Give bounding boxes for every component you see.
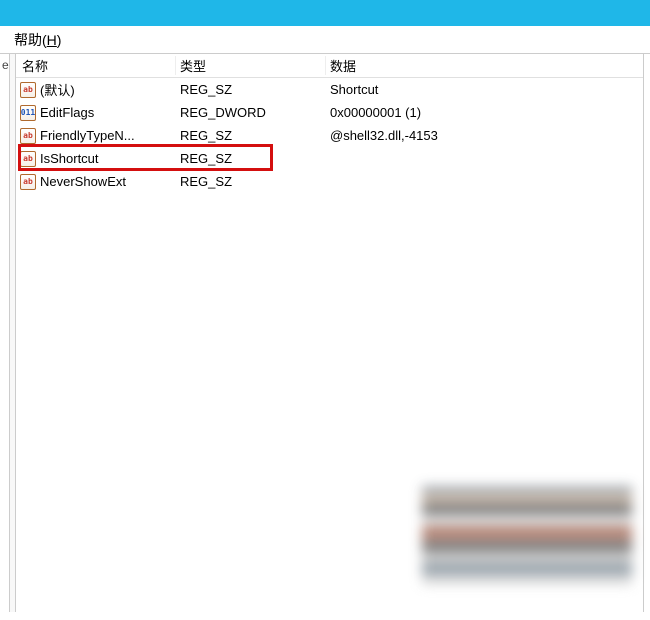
cell-data: 0x00000001 (1): [326, 105, 643, 120]
cell-name: ab FriendlyTypeN...: [16, 128, 176, 144]
cell-type: REG_SZ: [176, 151, 326, 166]
cell-name: 011 EditFlags: [16, 105, 176, 121]
menu-help-accel: H: [47, 32, 57, 48]
menu-help-label: 帮助: [14, 32, 42, 48]
header-type[interactable]: 类型: [176, 56, 326, 75]
list-row[interactable]: ab IsShortcut REG_SZ: [16, 147, 643, 170]
cell-data: @shell32.dll,-4153: [326, 128, 643, 143]
reg-string-icon: ab: [20, 151, 36, 167]
values-list[interactable]: 名称 类型 数据 ab(默认)REG_SZShortcut011EditFlag…: [16, 54, 644, 612]
list-row[interactable]: 011 EditFlags REG_DWORD0x00000001 (1): [16, 101, 643, 124]
menu-bar: 帮助(H): [0, 26, 650, 54]
cell-name: ab IsShortcut: [16, 151, 176, 167]
cell-data: Shortcut: [326, 82, 643, 97]
value-name: (默认): [40, 80, 75, 99]
reg-binary-icon: 011: [20, 105, 36, 121]
value-name: IsShortcut: [40, 151, 99, 166]
list-row[interactable]: ab(默认)REG_SZShortcut: [16, 78, 643, 101]
content-area: e 名称 类型 数据 ab(默认)REG_SZShortcut011EditFl…: [0, 54, 650, 612]
value-name: NeverShowExt: [40, 174, 126, 189]
cell-type: REG_DWORD: [176, 105, 326, 120]
header-data[interactable]: 数据: [326, 56, 643, 75]
cell-name: ab(默认): [16, 80, 176, 99]
value-name: FriendlyTypeN...: [40, 128, 135, 143]
cell-type: REG_SZ: [176, 174, 326, 189]
value-name: EditFlags: [40, 105, 94, 120]
header-name[interactable]: 名称: [16, 56, 176, 75]
tree-pane-fragment: e: [0, 54, 10, 612]
tree-text-fragment: e: [2, 58, 9, 72]
cell-type: REG_SZ: [176, 82, 326, 97]
cell-name: ab NeverShowExt: [16, 174, 176, 190]
window-title-bar[interactable]: [0, 0, 650, 26]
list-row[interactable]: ab NeverShowExt REG_SZ: [16, 170, 643, 193]
cell-type: REG_SZ: [176, 128, 326, 143]
reg-string-icon: ab: [20, 128, 36, 144]
menu-help[interactable]: 帮助(H): [10, 26, 65, 54]
reg-string-icon: ab: [20, 82, 36, 98]
reg-string-icon: ab: [20, 174, 36, 190]
list-header[interactable]: 名称 类型 数据: [16, 54, 643, 78]
list-row[interactable]: ab FriendlyTypeN... REG_SZ@shell32.dll,-41…: [16, 124, 643, 147]
